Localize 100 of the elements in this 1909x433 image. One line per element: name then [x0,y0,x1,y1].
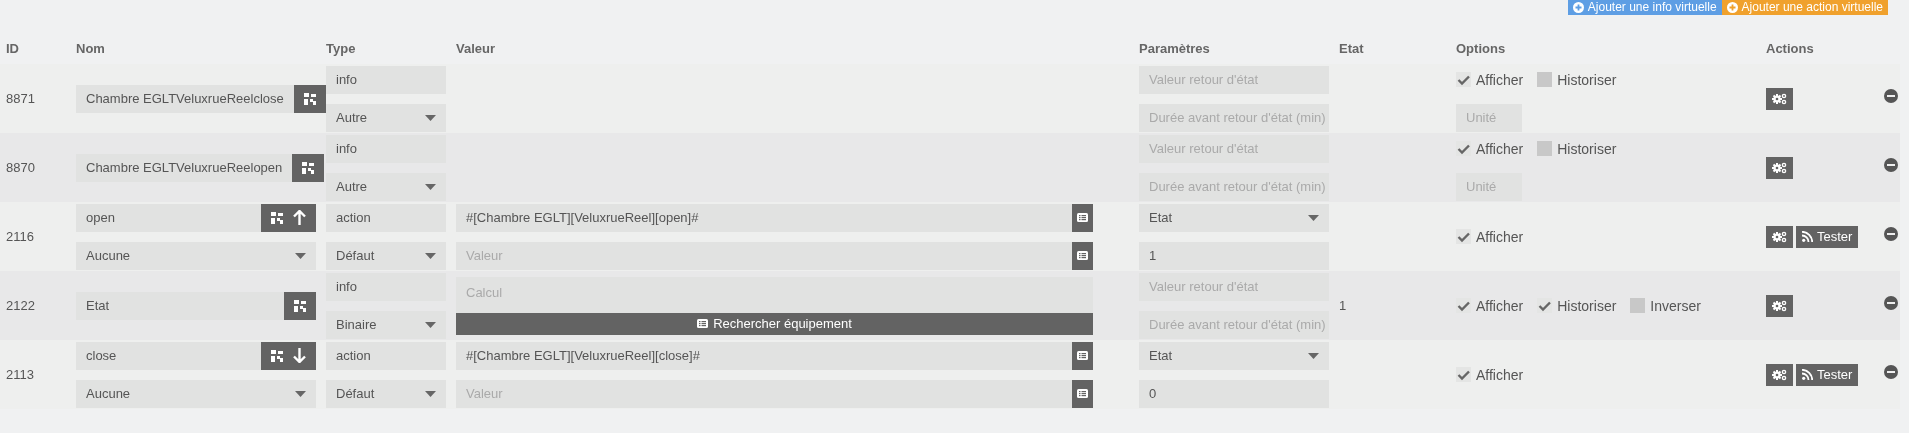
list-icon [697,319,709,328]
configure-button[interactable] [1766,87,1793,110]
remove-icon[interactable] [1884,226,1898,241]
list-button[interactable] [1072,241,1093,270]
id-text: 2122 [6,298,36,313]
option-label: Historiser [1557,71,1617,88]
select-field[interactable]: Autre [326,103,446,132]
id-text: 2116 [6,229,35,244]
plus-icon [1726,2,1738,13]
gears-icon [1772,161,1787,174]
input-field[interactable]: #[Chambre EGLT][VeluxrueReel][open]# [456,203,1072,232]
input-field[interactable]: #[Chambre EGLT][VeluxrueReel][close]# [456,341,1072,370]
select-field[interactable]: Etat [1139,341,1329,370]
option-label: Historiser [1557,297,1617,314]
option-label: Afficher [1476,71,1524,88]
state-value: 1 [1339,298,1348,313]
configure-button[interactable] [1766,156,1793,179]
option-label: Afficher [1476,366,1524,383]
list-icon [1077,389,1088,398]
checkbox[interactable] [1537,141,1553,156]
test-button[interactable]: Tester [1796,363,1859,386]
name-field[interactable]: open [76,203,261,232]
gears-icon [1772,299,1787,312]
blocks-icon [271,349,283,362]
list-button[interactable] [1072,379,1093,408]
input-field[interactable]: 0 [1139,379,1329,408]
configure-button[interactable] [1766,363,1793,386]
name-button[interactable] [261,341,316,370]
option-label: Inverser [1650,297,1701,314]
select-field[interactable]: Binaire [326,310,446,339]
blocks-icon [303,92,316,105]
blocks-icon [294,299,306,312]
gears-icon [1772,368,1787,381]
column-header: Nom [76,41,105,56]
option-label: Afficher [1476,140,1524,157]
id-text: 8871 [6,91,36,106]
input-field[interactable]: 1 [1139,241,1329,270]
select-field[interactable]: Aucune [76,241,316,270]
caret-icon [425,252,436,259]
id-text: 2113 [6,367,35,382]
gears-icon [1772,92,1787,105]
column-header: Options [1456,41,1506,56]
select-field[interactable]: Défaut [326,379,446,408]
name-field[interactable]: Chambre EGLTVeluxrueReelopen [76,153,293,182]
name-field[interactable]: Etat [76,291,284,320]
select-field[interactable]: Aucune [76,379,316,408]
list-icon [1077,351,1088,360]
column-header: Paramètres [1139,41,1210,56]
type-field[interactable]: info [326,134,446,163]
list-button[interactable] [1072,341,1093,370]
type-field[interactable]: info [326,272,446,301]
type-field[interactable]: action [326,341,446,370]
name-button[interactable] [293,84,326,113]
name-button[interactable] [284,291,316,320]
list-button[interactable] [1072,203,1093,232]
select-field[interactable]: Défaut [326,241,446,270]
gears-icon [1772,230,1787,243]
remove-icon[interactable] [1884,295,1898,310]
name-button[interactable] [292,153,325,182]
blocks-icon [302,161,315,174]
caret-icon [425,183,436,190]
type-field[interactable]: info [326,65,446,94]
checkbox[interactable] [1456,298,1471,313]
remove-icon[interactable] [1884,364,1898,379]
checkbox[interactable] [1537,298,1553,313]
checkbox[interactable] [1630,298,1646,313]
arrow-up-icon [293,210,306,225]
configure-button[interactable] [1766,225,1793,248]
blocks-icon [271,211,283,224]
arrow-down-icon [293,348,306,363]
caret-icon [295,252,306,259]
column-header: Valeur [456,41,496,56]
test-button[interactable]: Tester [1796,225,1859,248]
caret-icon [425,321,436,328]
checkbox[interactable] [1456,229,1471,244]
column-header: Etat [1339,41,1364,56]
name-field[interactable]: close [76,341,261,370]
column-header: Type [326,41,356,56]
checkbox[interactable] [1456,141,1471,156]
select-field[interactable]: Autre [326,172,446,201]
rss-icon [1802,369,1813,380]
remove-icon[interactable] [1884,88,1898,103]
caret-icon [425,390,436,397]
option-label: Afficher [1476,297,1524,314]
rss-icon [1802,231,1813,242]
search-equipment-button[interactable]: Rechercher équipement [456,312,1093,335]
name-button[interactable] [261,203,316,232]
remove-icon[interactable] [1884,157,1898,172]
caret-icon [1308,214,1319,221]
checkbox[interactable] [1456,367,1471,382]
type-field[interactable]: action [326,203,446,232]
select-field[interactable]: Etat [1139,203,1329,232]
checkbox[interactable] [1537,72,1553,87]
column-header: Actions [1766,41,1814,56]
checkbox[interactable] [1456,72,1471,87]
column-header: ID [6,41,19,56]
name-field[interactable]: Chambre EGLTVeluxrueReelclose [76,84,294,113]
caret-icon [295,390,306,397]
plus-icon [1572,2,1584,13]
configure-button[interactable] [1766,294,1793,317]
